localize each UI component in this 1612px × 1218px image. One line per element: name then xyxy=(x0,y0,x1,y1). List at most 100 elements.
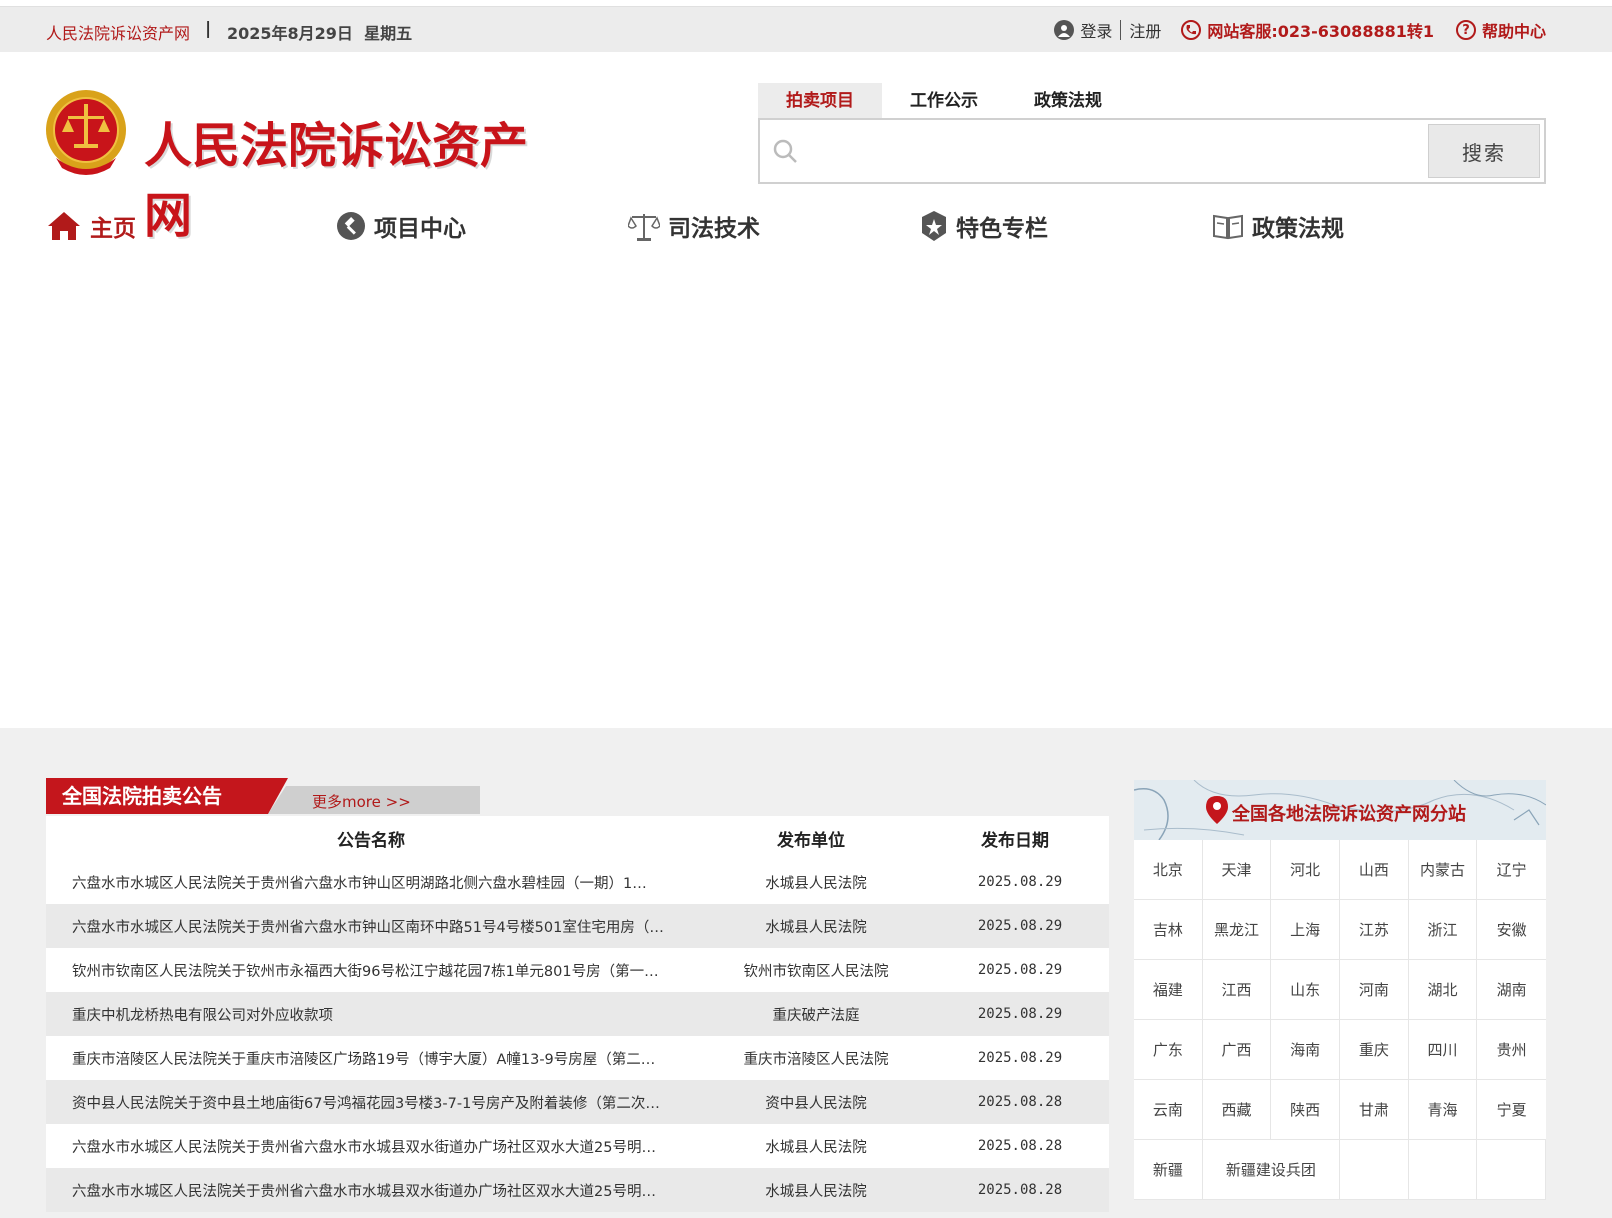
region-link[interactable]: 山东 xyxy=(1271,960,1340,1020)
notice-title: 全国法院拍卖公告 xyxy=(46,778,268,814)
table-row[interactable]: 六盘水市水城区人民法院关于贵州省六盘水市水城县双水街道办广场社区双水大道25号明… xyxy=(46,1168,1109,1212)
lower-section: 全国法院拍卖公告 更多more >> 公告名称 发布单位 发布日期 六盘水市水城… xyxy=(0,728,1612,1218)
help-center-link[interactable]: 帮助中心 xyxy=(1482,18,1546,42)
search-tabs: 拍卖项目 工作公示 政策法规 xyxy=(758,83,1130,119)
region-link[interactable]: 浙江 xyxy=(1408,900,1478,960)
region-link[interactable]: 河南 xyxy=(1339,960,1409,1020)
col-unit-header: 发布单位 xyxy=(777,830,845,851)
region-link[interactable]: 宁夏 xyxy=(1477,1080,1546,1140)
region-link[interactable]: 广东 xyxy=(1134,1020,1203,1080)
notice-date: 2025.08.29 xyxy=(977,1006,1063,1022)
nav-home[interactable]: 主页 xyxy=(46,206,136,246)
notice-date: 2025.08.29 xyxy=(977,874,1063,890)
notice-name[interactable]: 六盘水市水城区人民法院关于贵州省六盘水市钟山区南环中路51号4号楼501室住宅用… xyxy=(46,916,701,937)
top-bar-right: 登录 注册 网站客服:023-63088881转1 ? 帮助中心 xyxy=(1054,17,1546,43)
region-link[interactable]: 辽宁 xyxy=(1477,840,1546,900)
auction-notice-panel: 全国法院拍卖公告 更多more >> 公告名称 发布单位 发布日期 六盘水市水城… xyxy=(46,778,1109,1212)
notice-name[interactable]: 资中县人民法院关于资中县土地庙街67号鸿福花园3号楼3-7-1号房产及附着装修（… xyxy=(46,1092,701,1113)
notice-name[interactable]: 重庆中机龙桥热电有限公司对外应收款项 xyxy=(46,1004,701,1025)
notice-unit: 水城县人民法院 xyxy=(765,1139,867,1156)
region-link[interactable]: 江西 xyxy=(1202,960,1272,1020)
search-button[interactable]: 搜索 xyxy=(1428,124,1540,178)
region-link[interactable]: 广西 xyxy=(1202,1020,1272,1080)
table-row[interactable]: 重庆中机龙桥热电有限公司对外应收款项 重庆破产法庭 2025.08.29 xyxy=(46,992,1109,1036)
notice-name[interactable]: 重庆市涪陵区人民法院关于重庆市涪陵区广场路19号（博宇大厦）A幢13-9号房屋（… xyxy=(46,1048,701,1069)
region-link[interactable]: 福建 xyxy=(1134,960,1203,1020)
register-link[interactable]: 注册 xyxy=(1129,18,1161,42)
search-icon xyxy=(773,139,797,163)
col-name-header: 公告名称 xyxy=(337,830,405,851)
gavel-icon xyxy=(337,212,365,240)
branch-title: 全国各地法院诉讼资产网分站 xyxy=(1232,804,1466,825)
table-row[interactable]: 六盘水市水城区人民法院关于贵州省六盘水市钟山区南环中路51号4号楼501室住宅用… xyxy=(46,904,1109,948)
region-grid: 北京 天津 河北 山西 内蒙古 辽宁 吉林 黑龙江 上海 江苏 浙江 安徽 福建… xyxy=(1134,840,1546,1200)
tab-auction-items[interactable]: 拍卖项目 xyxy=(758,83,882,119)
region-link[interactable]: 吉林 xyxy=(1134,900,1203,960)
nav-project-center-label: 项目中心 xyxy=(374,216,466,242)
nav-project-center[interactable]: 项目中心 xyxy=(336,206,466,246)
region-link[interactable]: 天津 xyxy=(1202,840,1272,900)
region-link[interactable]: 陕西 xyxy=(1271,1080,1340,1140)
notice-unit: 资中县人民法院 xyxy=(765,1095,867,1112)
region-link[interactable]: 新疆 xyxy=(1134,1140,1203,1200)
nav-policy[interactable]: 政策法规 xyxy=(1212,206,1344,246)
search-input[interactable] xyxy=(800,128,1440,174)
notice-name[interactable]: 钦州市钦南区人民法院关于钦州市永福西大街96号松江宁越花园7栋1单元801号房（… xyxy=(46,960,701,981)
region-link[interactable]: 湖北 xyxy=(1408,960,1478,1020)
more-link[interactable]: 更多more >> xyxy=(312,791,411,812)
login-link[interactable]: 登录 xyxy=(1080,18,1112,42)
tab-policy[interactable]: 政策法规 xyxy=(1006,83,1130,119)
nav-judicial-tech-label: 司法技术 xyxy=(668,216,760,242)
region-link[interactable]: 甘肃 xyxy=(1339,1080,1409,1140)
region-link[interactable]: 山西 xyxy=(1339,840,1409,900)
notice-name[interactable]: 六盘水市水城区人民法院关于贵州省六盘水市水城县双水街道办广场社区双水大道25号明… xyxy=(46,1180,701,1201)
search-box: 搜索 xyxy=(758,118,1546,184)
notice-unit: 水城县人民法院 xyxy=(765,875,867,892)
region-link[interactable]: 四川 xyxy=(1408,1020,1478,1080)
hotline-text: 网站客服:023-63088881转1 xyxy=(1207,22,1434,41)
region-link[interactable]: 云南 xyxy=(1134,1080,1203,1140)
table-row[interactable]: 资中县人民法院关于资中县土地庙街67号鸿福花园3号楼3-7-1号房产及附着装修（… xyxy=(46,1080,1109,1124)
region-link[interactable]: 安徽 xyxy=(1477,900,1546,960)
region-link[interactable]: 上海 xyxy=(1271,900,1340,960)
region-link[interactable]: 湖南 xyxy=(1477,960,1546,1020)
table-row[interactable]: 六盘水市水城区人民法院关于贵州省六盘水市钟山区明湖路北侧六盘水碧桂园（一期）1…… xyxy=(46,860,1109,904)
region-link[interactable]: 黑龙江 xyxy=(1202,900,1272,960)
current-date: 2025年8月29日 星期五 xyxy=(227,24,413,43)
notice-name[interactable]: 六盘水市水城区人民法院关于贵州省六盘水市水城县双水街道办广场社区双水大道25号明… xyxy=(46,1136,701,1157)
nav-policy-label: 政策法规 xyxy=(1252,216,1344,242)
notice-date: 2025.08.28 xyxy=(977,1094,1063,1110)
region-link[interactable]: 西藏 xyxy=(1202,1080,1272,1140)
home-icon xyxy=(48,212,80,240)
site-name-link[interactable]: 人民法院诉讼资产网 xyxy=(46,20,190,44)
branch-header: 全国各地法院诉讼资产网分站 xyxy=(1134,780,1546,840)
site-logo[interactable]: 人民法院诉讼资产网 xyxy=(44,88,564,244)
table-row[interactable]: 钦州市钦南区人民法院关于钦州市永福西大街96号松江宁越花园7栋1单元801号房（… xyxy=(46,948,1109,992)
region-link[interactable]: 北京 xyxy=(1134,840,1203,900)
region-link[interactable]: 内蒙古 xyxy=(1408,840,1478,900)
table-row[interactable]: 六盘水市水城区人民法院关于贵州省六盘水市水城县双水街道办广场社区双水大道25号明… xyxy=(46,1124,1109,1168)
notice-name[interactable]: 六盘水市水城区人民法院关于贵州省六盘水市钟山区明湖路北侧六盘水碧桂园（一期）1… xyxy=(46,872,701,893)
separator: | xyxy=(205,19,212,39)
nav-featured-label: 特色专栏 xyxy=(956,216,1048,242)
region-link[interactable]: 重庆 xyxy=(1339,1020,1409,1080)
tab-work-notice[interactable]: 工作公示 xyxy=(882,83,1006,119)
region-link[interactable]: 江苏 xyxy=(1339,900,1409,960)
region-link[interactable]: 贵州 xyxy=(1477,1020,1546,1080)
divider xyxy=(1120,20,1122,40)
notice-date: 2025.08.28 xyxy=(977,1182,1063,1198)
region-link[interactable]: 河北 xyxy=(1271,840,1340,900)
region-link[interactable]: 新疆建设兵团 xyxy=(1202,1140,1340,1200)
nav-home-label: 主页 xyxy=(90,216,136,242)
scales-icon xyxy=(628,214,660,241)
region-link[interactable]: 青海 xyxy=(1408,1080,1478,1140)
region-link[interactable]: 海南 xyxy=(1271,1020,1340,1080)
empty-cell xyxy=(1408,1140,1478,1200)
nav-judicial-tech[interactable]: 司法技术 xyxy=(628,206,760,246)
notice-date: 2025.08.29 xyxy=(977,1050,1063,1066)
table-row[interactable]: 重庆市涪陵区人民法院关于重庆市涪陵区广场路19号（博宇大厦）A幢13-9号房屋（… xyxy=(46,1036,1109,1080)
badge-star-icon xyxy=(922,211,946,241)
notice-unit: 重庆破产法庭 xyxy=(772,1007,860,1024)
notice-table: 公告名称 发布单位 发布日期 六盘水市水城区人民法院关于贵州省六盘水市钟山区明湖… xyxy=(46,816,1109,1212)
nav-featured[interactable]: 特色专栏 xyxy=(920,206,1048,246)
